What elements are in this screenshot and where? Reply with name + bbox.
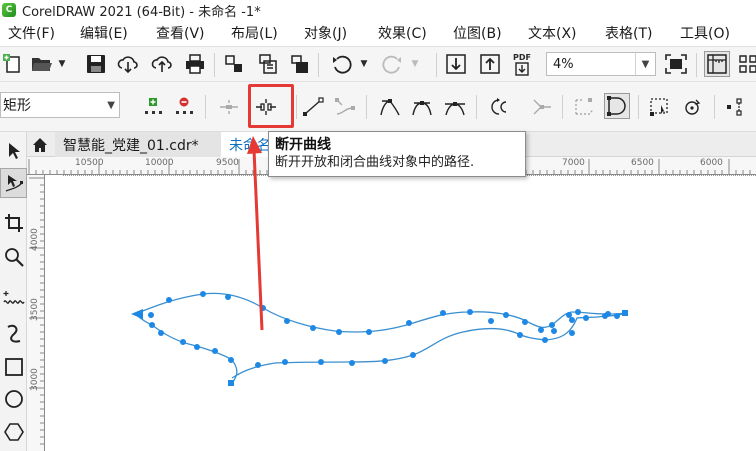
close-curve-icon[interactable] (604, 93, 630, 119)
delete-node-icon[interactable] (172, 95, 196, 119)
open-folder-icon[interactable] (30, 52, 54, 76)
zoom-tool-icon[interactable] (0, 242, 27, 272)
home-icon[interactable] (29, 132, 51, 157)
window-title: CorelDRAW 2021 (64-Bit) - 未命名 -1* (22, 4, 261, 20)
redo-dropdown-icon[interactable]: ▼ (408, 52, 422, 76)
ruler-label: 6500 (631, 158, 654, 168)
zoom-level-value: 4% (553, 56, 574, 72)
cloud-upload-icon[interactable] (150, 52, 174, 76)
align-nodes-icon[interactable] (724, 95, 748, 119)
title-bar: C CorelDRAW 2021 (64-Bit) - 未命名 -1* (0, 0, 756, 20)
print-icon[interactable] (183, 52, 207, 76)
full-screen-icon[interactable] (664, 52, 688, 76)
curve-start-marker (131, 309, 143, 319)
smart-drawing-tool-icon[interactable] (0, 318, 27, 348)
menu-bitmaps[interactable]: 位图(B) (453, 23, 502, 43)
property-bar: 矩形 ▼ (0, 82, 756, 132)
print-merge-icon[interactable] (222, 52, 246, 76)
tab-document-2[interactable]: 未命名 -1* (221, 132, 271, 157)
zoom-level-select[interactable]: 4% ▼ (546, 52, 656, 76)
cusp-node-icon[interactable] (378, 95, 402, 119)
undo-icon[interactable] (330, 52, 354, 76)
publish-icon[interactable] (256, 52, 280, 76)
menu-edit[interactable]: 编辑(E) (80, 23, 128, 43)
extract-subpath-icon[interactable] (572, 95, 596, 119)
rectangle-tool-icon[interactable] (0, 352, 27, 382)
ruler-label: 10500 (75, 158, 104, 168)
tooltip-description: 断开开放和闭合曲线对象中的路径. (275, 155, 475, 170)
menu-bar: 文件(F) 编辑(E) 查看(V) 布局(L) 对象(J) 效果(C) 位图(B… (0, 20, 756, 46)
pdf-label: PDF (513, 52, 531, 62)
ellipse-tool-icon[interactable] (0, 384, 27, 414)
ruler-label: 6000 (700, 158, 723, 168)
menu-effects[interactable]: 效果(C) (378, 23, 427, 43)
save-icon[interactable] (84, 52, 108, 76)
ruler-label: 7000 (562, 158, 585, 168)
cloud-download-icon[interactable] (116, 52, 140, 76)
export-icon[interactable] (478, 52, 502, 76)
reverse-direction-icon[interactable] (488, 95, 512, 119)
rotate-nodes-icon[interactable] (680, 95, 704, 119)
tooltip-break-curve: 断开曲线 断开开放和闭合曲线对象中的路径. (268, 131, 526, 177)
rulers-icon[interactable] (704, 51, 730, 77)
toolbox (0, 132, 27, 451)
freehand-tool-icon[interactable] (0, 284, 27, 314)
new-document-icon[interactable] (0, 52, 24, 76)
ruler-label: 4000 (30, 228, 40, 251)
ruler-label: 10000 (145, 158, 174, 168)
menu-layout[interactable]: 布局(L) (231, 23, 278, 43)
snap-icon[interactable] (736, 52, 756, 76)
shape-tool-icon[interactable] (0, 168, 27, 198)
undo-dropdown-icon[interactable]: ▼ (357, 52, 371, 76)
select-all-nodes-icon[interactable] (648, 95, 672, 119)
menu-tools[interactable]: 工具(O) (680, 23, 730, 43)
import-icon[interactable] (444, 52, 468, 76)
tab-document-2-label: 未命名 -1* (229, 137, 271, 154)
object-type-value: 矩形 (3, 98, 31, 114)
symmetric-node-icon[interactable] (443, 95, 467, 119)
ruler-label: 3000 (30, 368, 40, 391)
to-curve-icon[interactable] (333, 95, 357, 119)
redo-icon[interactable] (380, 52, 404, 76)
drawing-canvas[interactable] (45, 175, 756, 451)
logo-letter: C (5, 5, 13, 15)
page-layout-icon[interactable] (288, 52, 312, 76)
menu-text[interactable]: 文本(X) (528, 23, 577, 43)
extend-curve-icon[interactable] (530, 95, 554, 119)
ruler-label: 9500 (216, 158, 239, 168)
ruler-label: 3500 (30, 298, 40, 321)
crop-tool-icon[interactable] (0, 208, 27, 238)
polygon-tool-icon[interactable] (0, 417, 27, 447)
tab-document-1[interactable]: 智慧能_党建_01.cdr* (55, 132, 225, 157)
vertical-ruler[interactable]: 4000 3500 3000 (27, 175, 45, 451)
open-dropdown-icon[interactable]: ▼ (55, 52, 69, 76)
publish-pdf-icon[interactable]: PDF (510, 51, 534, 77)
pick-tool-icon[interactable] (0, 136, 27, 166)
smooth-node-icon[interactable] (410, 95, 434, 119)
menu-table[interactable]: 表格(T) (605, 23, 652, 43)
join-nodes-icon[interactable] (217, 95, 241, 119)
menu-file[interactable]: 文件(F) (8, 23, 55, 43)
chevron-down-icon[interactable]: ▼ (635, 53, 655, 75)
to-line-icon[interactable] (301, 95, 325, 119)
chevron-down-icon[interactable]: ▼ (107, 100, 115, 111)
menu-object[interactable]: 对象(J) (304, 23, 347, 43)
curve-drawing[interactable] (45, 175, 756, 451)
standard-toolbar: ▼ ▼ ▼ PDF 4% ▼ (0, 46, 756, 82)
tooltip-title: 断开曲线 (275, 137, 331, 153)
add-node-icon[interactable] (141, 95, 165, 119)
object-type-select[interactable]: 矩形 ▼ (0, 92, 120, 118)
menu-view[interactable]: 查看(V) (156, 23, 205, 43)
break-curve-highlight (248, 84, 294, 128)
coreldraw-logo-icon: C (2, 3, 16, 17)
tab-document-1-label: 智慧能_党建_01.cdr* (63, 137, 199, 154)
